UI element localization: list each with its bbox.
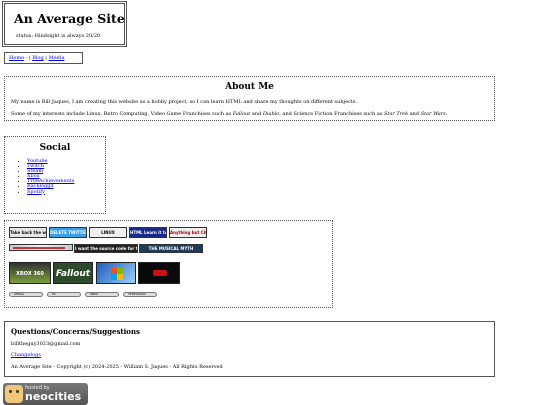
neocities-cat-icon xyxy=(5,385,23,403)
about-text: , and Science Fiction Franchises such as xyxy=(279,111,384,117)
demon-icon xyxy=(153,270,167,276)
copyright-text: An Average Site - Copyright (c) 2024-202… xyxy=(11,364,223,370)
site-title: An Average Site xyxy=(14,11,125,26)
progress-badge[interactable] xyxy=(9,244,73,251)
neocities-badge[interactable]: hosted by neocities xyxy=(3,383,88,405)
nav-media-link[interactable]: Media xyxy=(49,55,65,61)
nav-separator: - | xyxy=(24,55,33,61)
spotify-link[interactable]: Spotify xyxy=(27,189,45,195)
fallout-badge[interactable]: Fallout xyxy=(53,262,93,284)
diablo-badge[interactable] xyxy=(138,262,180,284)
windows-badge[interactable] xyxy=(96,262,136,284)
xbox-360-badge[interactable]: XBOX 360 xyxy=(9,262,51,284)
anything-but-chrome-badge[interactable]: Anything but Chrome xyxy=(169,227,207,238)
web-buttons-section: Take back the web DELETE TWITTER LINUX H… xyxy=(4,220,333,308)
list-item: Spotify xyxy=(27,189,74,195)
about-paragraph-1: My name is Bill Jaques, I am creating th… xyxy=(11,99,358,105)
about-text: Some of my interests include Linux, Retr… xyxy=(11,111,233,117)
fallout-text: Fallout xyxy=(232,111,251,117)
contact-email: billtheguy3023@gmail.com xyxy=(11,341,81,347)
neocities-brand-text: neocities xyxy=(25,390,82,403)
nav-blog-link[interactable]: Blog xyxy=(32,55,43,61)
about-paragraph-2: Some of my interests include Linux, Retr… xyxy=(11,111,447,117)
delete-twitter-badge[interactable]: DELETE TWITTER xyxy=(49,227,87,238)
nav-bar: Home - | Blog | Media xyxy=(4,52,83,64)
progress-fill-icon xyxy=(13,247,65,249)
social-section: Social Youtube Twitch Steam Xbox TrueAch… xyxy=(4,136,106,214)
linux-badge[interactable]: LINUX xyxy=(89,227,127,238)
changelogs-link[interactable]: Changelogs xyxy=(11,352,41,358)
about-text: . xyxy=(445,111,448,117)
amiga-pill[interactable]: AMIGA xyxy=(9,292,43,297)
about-text: and xyxy=(408,111,421,117)
xbox-pill[interactable]: XBOX xyxy=(85,292,119,297)
site-header: An Average Site status: Hindsight is alw… xyxy=(2,1,127,47)
star-wars-text: Star Wars xyxy=(420,111,446,117)
social-links-list: Youtube Twitch Steam Xbox TrueAchievemen… xyxy=(27,158,74,195)
diablo-text: Diablo xyxy=(262,111,280,117)
about-text: and xyxy=(250,111,263,117)
musical-myth-badge[interactable]: THE MUSICAL MYTH xyxy=(139,244,203,253)
about-heading: About Me xyxy=(225,82,274,92)
questions-section: Questions/Concerns/Suggestions billthegu… xyxy=(4,321,495,377)
star-trek-text: Star Trek xyxy=(384,111,409,117)
windows-logo-icon xyxy=(111,268,123,280)
social-heading: Social xyxy=(39,143,71,153)
html-badge[interactable]: HTML Learn it today! xyxy=(129,227,167,238)
pc-pill[interactable]: PC xyxy=(47,292,81,297)
about-section: About Me My name is Bill Jaques, I am cr… xyxy=(4,76,495,121)
source-code-badge[interactable]: I want the source code for this xyxy=(74,244,138,253)
television-pill[interactable]: TELEVISION xyxy=(123,292,157,297)
questions-heading: Questions/Concerns/Suggestions xyxy=(11,327,140,336)
status-text: status: Hindsight is always 20/20 xyxy=(16,33,101,39)
nav-home-link[interactable]: Home xyxy=(9,55,24,61)
take-back-web-badge[interactable]: Take back the web xyxy=(9,227,47,238)
